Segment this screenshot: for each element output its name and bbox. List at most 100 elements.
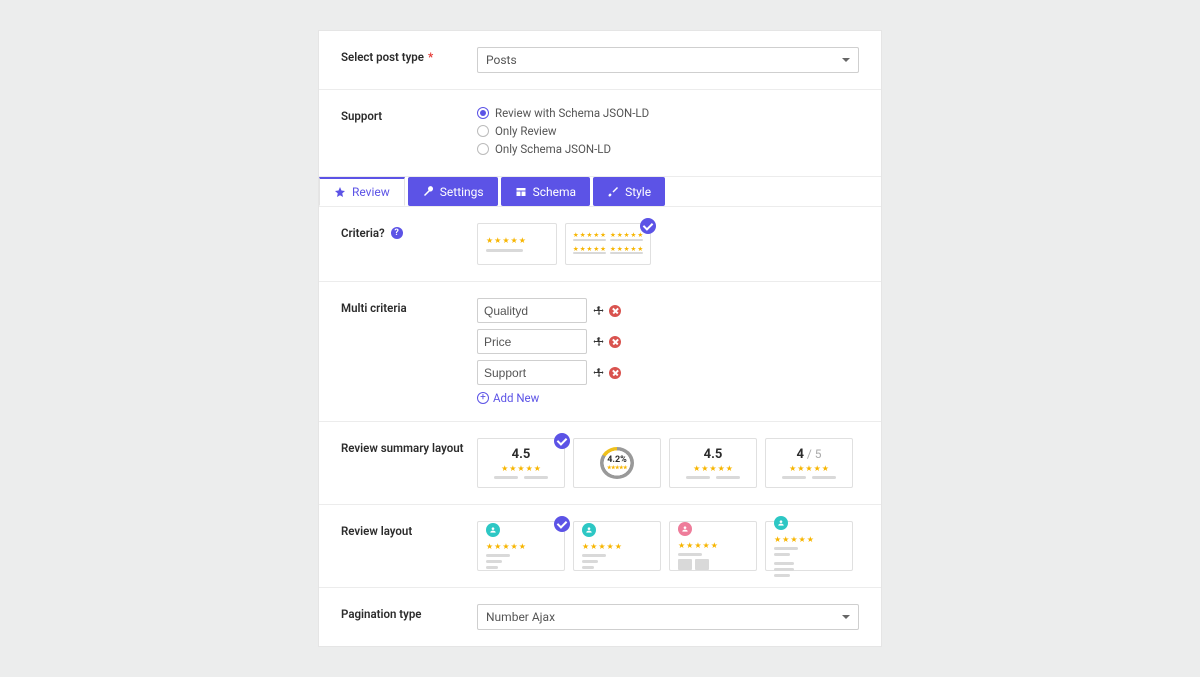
label-pagination: Pagination type	[341, 604, 477, 621]
stars-icon: ★★★★★	[610, 246, 643, 253]
tab-schema[interactable]: Schema	[501, 177, 590, 206]
settings-panel: Select post type * Posts Support Review …	[318, 30, 882, 647]
label-support: Support	[341, 106, 477, 123]
placeholder-bar-icon	[774, 562, 794, 565]
stars-icon: ★★★★★	[582, 543, 622, 551]
tab-style[interactable]: Style	[593, 177, 665, 206]
brush-icon	[607, 186, 619, 198]
post-type-value: Posts	[486, 53, 517, 67]
radio-label: Review with Schema JSON-LD	[495, 106, 649, 120]
avatar-icon	[486, 523, 500, 537]
radio-schema-review[interactable]: Review with Schema JSON-LD	[477, 106, 859, 120]
stars-icon: ★★★★★	[501, 465, 541, 473]
label-criteria: Criteria? ?	[341, 223, 477, 240]
delete-icon[interactable]	[609, 367, 621, 379]
placeholder-bar-icon	[582, 566, 594, 569]
placeholder-bar-icon	[774, 568, 794, 571]
tab-label: Schema	[533, 185, 576, 199]
chevron-down-icon	[842, 615, 850, 619]
radio-only-review[interactable]: Only Review	[477, 124, 859, 138]
chevron-down-icon	[842, 58, 850, 62]
radio-label: Only Review	[495, 124, 557, 138]
stars-icon: ★★★★★	[774, 536, 814, 544]
section-support: Support Review with Schema JSON-LD Only …	[319, 90, 881, 177]
avatar-icon	[774, 516, 788, 530]
criteria-layout-multi[interactable]: ★★★★★ ★★★★★ ★★★★★ ★★★★★	[565, 223, 651, 265]
radio-unchecked-icon	[477, 143, 489, 155]
star-icon	[334, 186, 346, 198]
label-multi-criteria: Multi criteria	[341, 298, 477, 315]
stars-icon: ★★★★★	[607, 465, 627, 471]
pagination-value: Number Ajax	[486, 610, 555, 624]
add-criteria-button[interactable]: + Add New	[477, 391, 859, 405]
radio-label: Only Schema JSON-LD	[495, 142, 611, 156]
move-icon[interactable]	[593, 305, 605, 317]
radio-unchecked-icon	[477, 125, 489, 137]
delete-icon[interactable]	[609, 305, 621, 317]
placeholder-bar-icon	[486, 560, 502, 563]
summary-layout-score-bars[interactable]: 4.5 ★★★★★	[669, 438, 757, 488]
placeholder-bar-icon	[774, 553, 790, 556]
criteria-input-support[interactable]	[477, 360, 587, 385]
summary-score: 4 / 5	[796, 447, 821, 462]
placeholder-bar-icon	[582, 560, 598, 563]
placeholder-bar-icon	[582, 554, 606, 557]
label-post-type: Select post type *	[341, 47, 477, 64]
avatar-icon	[678, 522, 692, 536]
placeholder-bar-icon	[774, 547, 798, 550]
criteria-layout-single[interactable]: ★★★★★	[477, 223, 557, 265]
move-icon[interactable]	[593, 367, 605, 379]
summary-layout-fraction[interactable]: 4 / 5 ★★★★★	[765, 438, 853, 488]
required-asterisk-icon: *	[428, 50, 433, 64]
criteria-input-price[interactable]	[477, 329, 587, 354]
stars-icon: ★★★★★	[610, 232, 643, 239]
criteria-input-quality[interactable]	[477, 298, 587, 323]
label-summary-layout: Review summary layout	[341, 438, 477, 455]
stars-icon: ★★★★★	[486, 237, 548, 245]
post-type-select[interactable]: Posts	[477, 47, 859, 73]
help-icon[interactable]: ?	[391, 227, 403, 239]
tab-label: Style	[625, 185, 651, 199]
section-pagination: Pagination type Number Ajax	[319, 588, 881, 646]
tab-review[interactable]: Review	[319, 177, 405, 206]
plus-circle-icon: +	[477, 392, 489, 404]
tab-label: Review	[352, 185, 390, 199]
placeholder-bar-icon	[486, 249, 523, 252]
check-badge-icon	[554, 516, 570, 532]
section-review-layout: Review layout ★★★★★	[319, 505, 881, 588]
section-criteria: Criteria? ? ★★★★★ ★★★★★	[319, 207, 881, 282]
criteria-row	[477, 298, 859, 323]
stars-icon: ★★★★★	[486, 543, 526, 551]
move-icon[interactable]	[593, 336, 605, 348]
tab-settings[interactable]: Settings	[408, 177, 498, 206]
grid-icon	[515, 186, 527, 198]
pagination-select[interactable]: Number Ajax	[477, 604, 859, 630]
criteria-row	[477, 329, 859, 354]
check-badge-icon	[640, 218, 656, 234]
review-layout-b[interactable]: ★★★★★	[573, 521, 661, 571]
summary-layout-score-stars[interactable]: 4.5 ★★★★★	[477, 438, 565, 488]
section-post-type: Select post type * Posts	[319, 31, 881, 90]
placeholder-bar-icon	[678, 553, 702, 556]
summary-layout-ring[interactable]: 4.2% ★★★★★	[573, 438, 661, 488]
delete-icon[interactable]	[609, 336, 621, 348]
stars-icon: ★★★★★	[573, 246, 606, 253]
section-summary-layout: Review summary layout 4.5 ★★★★★ 4.2% ★★★…	[319, 422, 881, 505]
stars-icon: ★★★★★	[789, 465, 829, 473]
stars-icon: ★★★★★	[693, 465, 733, 473]
review-layout-d[interactable]: ★★★★★	[765, 521, 853, 571]
placeholder-bar-icon	[486, 554, 510, 557]
add-new-label: Add New	[493, 391, 539, 405]
review-layout-c[interactable]: ★★★★★	[669, 521, 757, 571]
summary-score: 4.5	[704, 447, 723, 462]
criteria-row	[477, 360, 859, 385]
radio-checked-icon	[477, 107, 489, 119]
wrench-icon	[422, 186, 434, 198]
radio-only-schema[interactable]: Only Schema JSON-LD	[477, 142, 859, 156]
check-badge-icon	[554, 433, 570, 449]
ring-chart-icon: 4.2% ★★★★★	[600, 447, 634, 479]
section-multi-criteria: Multi criteria	[319, 282, 881, 422]
summary-score: 4.5	[512, 447, 531, 462]
review-layout-a[interactable]: ★★★★★	[477, 521, 565, 571]
thumbnails-icon	[678, 559, 718, 570]
